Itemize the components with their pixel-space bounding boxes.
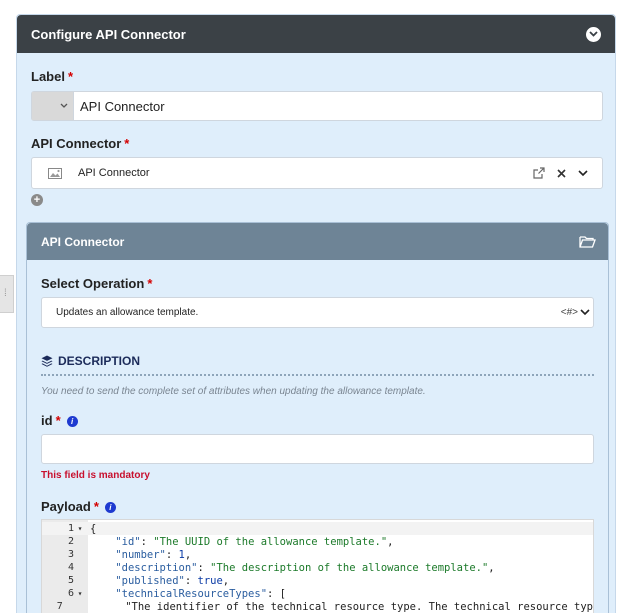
description-title: DESCRIPTION	[58, 354, 141, 368]
line-number: 2	[67, 536, 74, 547]
panel-header[interactable]: Configure API Connector	[17, 15, 615, 53]
code-text: "id": "The UUID of the allowance templat…	[115, 535, 394, 548]
operation-select-value: Updates an allowance template.	[56, 307, 199, 318]
required-mark: *	[55, 413, 61, 428]
operation-field-label: Select Operation *	[41, 276, 152, 291]
plus-circle-icon[interactable]: +	[31, 194, 43, 206]
app-root: ⁞ Configure API Connector Label * API Con…	[0, 0, 619, 613]
required-mark: *	[147, 276, 153, 291]
operation-field-text: Select Operation	[41, 276, 145, 291]
chevron-down-icon[interactable]	[572, 163, 594, 183]
code-line[interactable]: 6 ▾ "technicalResourceTypes": [	[42, 587, 593, 600]
label-input[interactable]: API Connector	[31, 91, 603, 121]
required-mark: *	[93, 499, 99, 514]
id-error-message: This field is mandatory	[41, 470, 150, 481]
line-number: 1	[67, 523, 74, 534]
code-text: "published": true,	[115, 574, 230, 587]
panel-title: Configure API Connector	[31, 26, 186, 42]
line-number: 7	[56, 601, 63, 612]
api-connector-section: API Connector Select Operation * Updates …	[26, 222, 609, 613]
code-line[interactable]: 2 "id": "The UUID of the allowance templ…	[42, 535, 593, 548]
line-number: 5	[67, 575, 74, 586]
payload-field-text: Payload	[41, 499, 91, 514]
connector-field-text: API Connector	[31, 136, 122, 151]
code-line[interactable]: 4 "description": "The description of the…	[42, 561, 593, 574]
layers-icon	[41, 355, 53, 367]
section-header[interactable]: API Connector	[27, 223, 608, 260]
description-text: You need to send the complete set of att…	[41, 386, 426, 397]
close-icon[interactable]	[550, 163, 572, 183]
code-line[interactable]: 3 "number": 1,	[42, 548, 593, 561]
line-number: 4	[67, 562, 74, 573]
id-input[interactable]	[41, 434, 594, 464]
code-line[interactable]: 1 ▾ {	[42, 522, 593, 535]
required-mark: *	[67, 69, 74, 84]
external-link-icon[interactable]	[528, 163, 550, 183]
payload-field-label: Payload * i	[41, 499, 116, 514]
info-icon[interactable]: i	[104, 502, 116, 513]
connector-select[interactable]: API Connector	[31, 157, 603, 189]
operation-select[interactable]: Updates an allowance template. <#>	[41, 297, 594, 328]
label-field-text: Label	[31, 69, 65, 84]
color-picker[interactable]	[32, 92, 74, 120]
id-field-label: id * i	[41, 413, 78, 428]
code-line[interactable]: 7 "The identifier of the technical resou…	[42, 600, 593, 613]
code-text: "The identifier of the technical resourc…	[74, 600, 593, 613]
connector-select-value: API Connector	[78, 167, 150, 179]
fold-toggle-icon[interactable]: ▾	[74, 589, 86, 598]
id-field-text: id	[41, 413, 53, 428]
connector-field-label: API Connector *	[31, 136, 129, 151]
payload-code-editor[interactable]: 1 ▾{2 "id": "The UUID of the allowance te…	[41, 519, 594, 613]
label-field-label: Label *	[31, 69, 73, 84]
code-text: "description": "The description of the a…	[115, 561, 495, 574]
code-line[interactable]: 5 "published": true,	[42, 574, 593, 587]
image-icon	[48, 167, 62, 179]
info-icon[interactable]: i	[66, 416, 78, 427]
code-text: "technicalResourceTypes": [	[115, 587, 286, 600]
configure-panel: Configure API Connector Label * API Conne…	[16, 14, 616, 613]
resize-handle[interactable]: ⁞	[0, 275, 14, 313]
label-input-value: API Connector	[80, 98, 165, 114]
code-text: "number": 1,	[115, 548, 192, 561]
fold-toggle-icon[interactable]: ▾	[74, 524, 86, 533]
section-title: API Connector	[41, 234, 125, 249]
line-number: 3	[67, 549, 74, 560]
description-heading: DESCRIPTION	[41, 354, 140, 368]
code-badge: <#>	[560, 307, 578, 318]
divider	[41, 374, 594, 376]
line-number: 6	[67, 588, 74, 599]
folder-open-icon[interactable]	[579, 235, 596, 248]
code-text: {	[90, 522, 97, 535]
chevron-down-icon	[580, 309, 590, 316]
chevron-down-icon	[60, 103, 68, 108]
collapse-chevron-icon[interactable]	[586, 26, 601, 42]
required-mark: *	[124, 136, 130, 151]
